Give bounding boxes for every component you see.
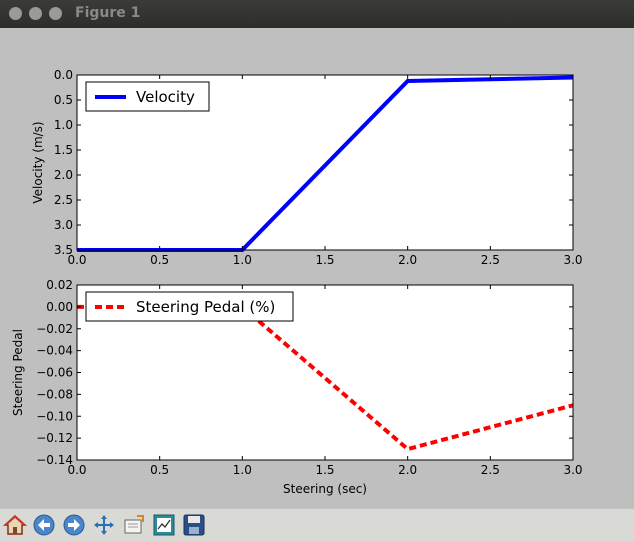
subplots-config-icon: [153, 514, 175, 536]
back-arrow-icon: [33, 514, 55, 536]
y-tick-label-0-7: 3.5: [54, 243, 73, 257]
y-tick-label-0-5: 2.5: [54, 193, 73, 207]
forward-arrow-icon: [63, 514, 85, 536]
y-tick-label-1-2: −0.02: [36, 322, 73, 336]
x-tick-label-1-6: 3.0: [563, 463, 582, 477]
figure-plots: 0.0 0.5 1.0 1.5 2.0 2.5 3.00.00.51.01.52.02.53…: [11, 68, 583, 496]
x-tick-label-1-4: 2.0: [398, 463, 417, 477]
pan-move-icon: [94, 515, 114, 535]
window-minimize-button[interactable]: [29, 7, 42, 20]
navigation-toolbar: [0, 508, 634, 541]
x-tick-label-0-1: 0.5: [150, 253, 169, 267]
home-icon: [3, 514, 27, 535]
legend-label-1: Steering Pedal (%): [136, 298, 275, 316]
y-tick-label-1-7: −0.12: [36, 431, 73, 445]
pan-button[interactable]: [91, 512, 117, 538]
configure-subplots-button[interactable]: [151, 512, 177, 538]
zoom-button[interactable]: [121, 512, 147, 538]
x-tick-label-1-1: 0.5: [150, 463, 169, 477]
x-tick-label-0-5: 2.5: [481, 253, 500, 267]
x-tick-label-1-5: 2.5: [481, 463, 500, 477]
window-title: Figure 1: [75, 5, 141, 21]
window-close-button[interactable]: [9, 7, 22, 20]
zoom-rect-icon: [124, 515, 144, 534]
y-tick-label-1-8: −0.14: [36, 453, 73, 467]
window-maximize-button[interactable]: [49, 7, 62, 20]
x-tick-label-1-2: 1.0: [233, 463, 252, 477]
x-tick-label-0-3: 1.5: [315, 253, 334, 267]
y-tick-label-0-3: 1.5: [54, 143, 73, 157]
x-tick-label-0-2: 1.0: [233, 253, 252, 267]
legend-label-0: Velocity: [136, 88, 195, 106]
y-tick-label-0-1: 0.5: [54, 93, 73, 107]
y-tick-label-1-6: −0.10: [36, 409, 73, 423]
y-tick-label-0-4: 2.0: [54, 168, 73, 182]
x-axis-label-1: Steering (sec): [283, 482, 367, 496]
y-axis-label-1: Steering Pedal: [11, 329, 25, 416]
y-tick-label-1-5: −0.08: [36, 387, 73, 401]
y-tick-label-1-4: −0.06: [36, 366, 73, 380]
save-button[interactable]: [181, 512, 207, 538]
back-button[interactable]: [31, 512, 57, 538]
y-axis-label-0: Velocity (m/s): [31, 121, 45, 203]
y-tick-label-1-1: 0.00: [46, 300, 73, 314]
x-tick-label-0-4: 2.0: [398, 253, 417, 267]
y-tick-label-0-2: 1.0: [54, 118, 73, 132]
window-titlebar: Figure 1: [0, 0, 634, 28]
figure-canvas[interactable]: 0.0 0.5 1.0 1.5 2.0 2.5 3.0 0.0 0.5 1.0 1.5 2.0 2.5 3…: [0, 28, 634, 508]
save-floppy-icon: [183, 514, 205, 536]
y-tick-label-1-3: −0.04: [36, 344, 73, 358]
y-tick-label-1-0: 0.02: [46, 278, 73, 292]
y-tick-label-0-0: 0.0: [54, 68, 73, 82]
x-tick-label-0-6: 3.0: [563, 253, 582, 267]
home-button[interactable]: [2, 512, 28, 538]
x-tick-label-1-3: 1.5: [315, 463, 334, 477]
y-tick-label-0-6: 3.0: [54, 218, 73, 232]
forward-button[interactable]: [61, 512, 87, 538]
